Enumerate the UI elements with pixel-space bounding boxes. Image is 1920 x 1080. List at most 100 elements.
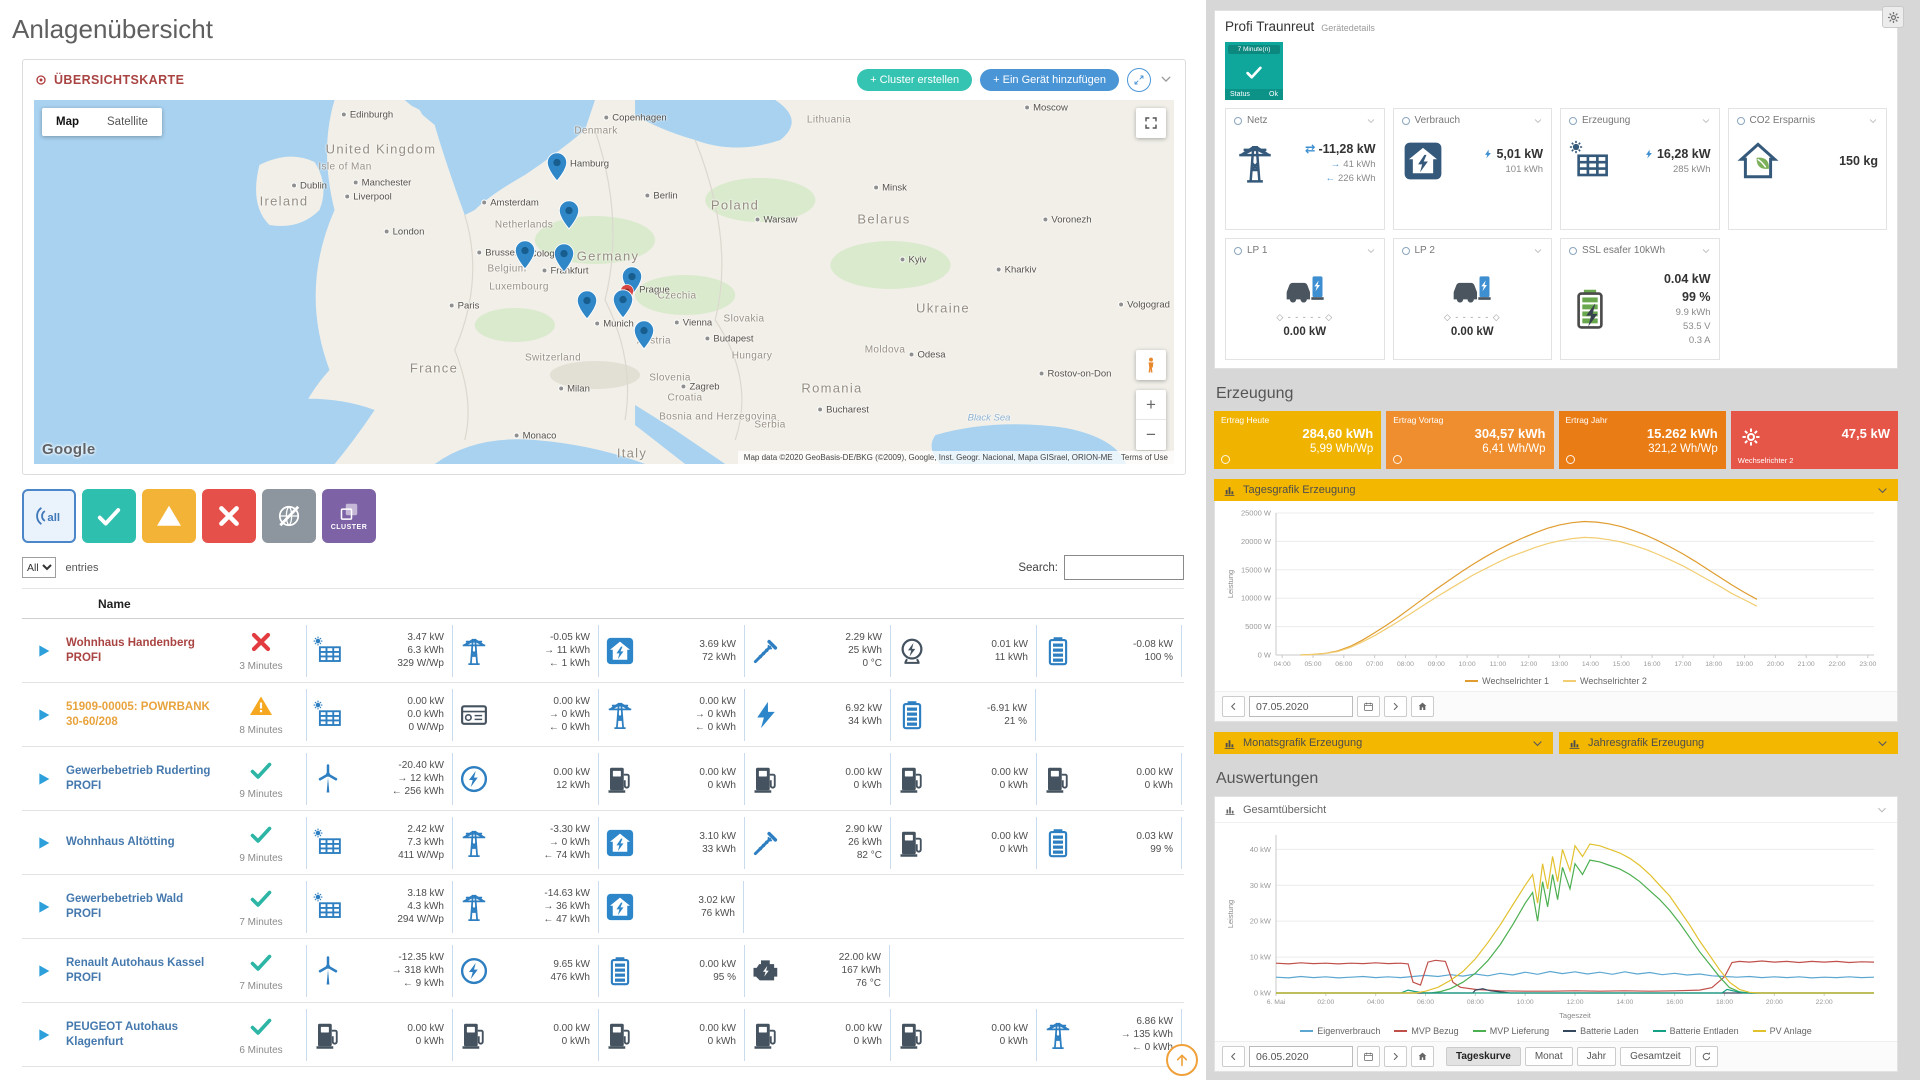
map-collapse-button[interactable] — [1159, 72, 1173, 89]
device-name[interactable]: PEUGEOT Autohaus Klagenfurt — [66, 1020, 216, 1050]
map-pin[interactable] — [634, 320, 655, 355]
chevron-down-icon[interactable] — [1366, 246, 1376, 256]
metric-card-ssl-esafer-10kwh[interactable]: SSL esafer 10kWh0.04 kW99 %9.9 kWh53.5 V… — [1560, 238, 1720, 360]
table-row[interactable]: Gewerbebetrieb Wald PROFI7 Minutes3.18 k… — [22, 875, 1184, 939]
yield-tile-ertrag-jahr[interactable]: Ertrag Jahr15.262 kWh321,2 Wh/Wp — [1559, 411, 1726, 469]
year-chart-header[interactable]: Jahresgrafik Erzeugung — [1559, 732, 1898, 754]
next-day-button[interactable] — [1384, 696, 1407, 717]
expand-map-button[interactable] — [1127, 68, 1151, 92]
table-row[interactable]: Wohnhaus Altötting9 Minutes2.42 kW7.3 kW… — [22, 811, 1184, 875]
legend-item[interactable]: Wechselrichter 1 — [1465, 676, 1549, 686]
filter-error-button[interactable] — [202, 489, 256, 543]
refresh-button[interactable] — [1695, 1046, 1718, 1067]
device-name[interactable]: Wohnhaus Altötting — [66, 835, 216, 850]
calendar-button[interactable] — [1357, 696, 1380, 717]
table-row[interactable]: Renault Autohaus Kassel PROFI7 Minutes-1… — [22, 939, 1184, 1003]
search-input[interactable] — [1064, 555, 1184, 580]
map-pin[interactable] — [559, 200, 580, 235]
open-device-button[interactable] — [22, 963, 66, 979]
legend-item[interactable]: Eigenverbrauch — [1300, 1026, 1380, 1036]
device-name[interactable]: 51909-00005: POWRBANK 30-60/208 — [66, 700, 216, 730]
device-name[interactable]: Renault Autohaus Kassel PROFI — [66, 956, 216, 986]
device-name[interactable]: Gewerbebetrieb Ruderting PROFI — [66, 764, 216, 794]
overview-home-button[interactable] — [1411, 1046, 1434, 1067]
map-label: Berlin — [644, 191, 677, 202]
open-device-button[interactable] — [22, 835, 66, 851]
map-pin[interactable] — [554, 243, 575, 278]
legend-item[interactable]: MVP Lieferung — [1473, 1026, 1549, 1036]
map-pin[interactable] — [577, 290, 598, 325]
map-pin[interactable] — [613, 289, 634, 324]
zoom-out-button[interactable]: − — [1136, 420, 1166, 450]
zoom-in-button[interactable]: + — [1136, 390, 1166, 420]
chevron-down-icon[interactable] — [1533, 246, 1543, 256]
day-production-chart[interactable]: 0 W5000 W10000 W15000 W20000 W25000 W04:… — [1215, 501, 1897, 673]
legend-item[interactable]: Batterie Laden — [1563, 1026, 1639, 1036]
create-cluster-button[interactable]: + Cluster erstellen — [857, 69, 972, 91]
google-map[interactable]: EdinburghCopenhagenDenmarkLithuaniaMosco… — [34, 100, 1174, 464]
chevron-down-icon[interactable] — [1868, 116, 1878, 126]
metric-card-erzeugung[interactable]: Erzeugung16,28 kW285 kWh — [1560, 108, 1720, 230]
current-day-button[interactable] — [1411, 696, 1434, 717]
metric-card-co2-ersparnis[interactable]: CO2 Ersparnis150 kg — [1728, 108, 1888, 230]
filter-ok-button[interactable] — [82, 489, 136, 543]
metric-card-verbrauch[interactable]: Verbrauch5,01 kW101 kWh — [1393, 108, 1553, 230]
device-name[interactable]: Gewerbebetrieb Wald PROFI — [66, 892, 216, 922]
chevron-down-icon[interactable] — [1701, 116, 1711, 126]
yield-tile-ertrag-heute[interactable]: Ertrag Heute284,60 kWh5,99 Wh/Wp — [1214, 411, 1381, 469]
chevron-down-icon[interactable] — [1366, 116, 1376, 126]
chevron-down-icon[interactable] — [1701, 246, 1711, 256]
range-gesamtzeit-button[interactable]: Gesamtzeit — [1620, 1047, 1691, 1066]
overview-date-input[interactable] — [1249, 1046, 1353, 1067]
day-date-input[interactable] — [1249, 696, 1353, 717]
legend-item[interactable]: Wechselrichter 2 — [1563, 676, 1647, 686]
legend-item[interactable]: PV Anlage — [1753, 1026, 1812, 1036]
filter-cluster-button[interactable]: CLUSTER — [322, 489, 376, 543]
add-device-button[interactable]: + Ein Gerät hinzufügen — [980, 69, 1119, 91]
device-status-tile[interactable]: 7 Minute(n) Status Ok — [1225, 42, 1283, 100]
overview-chart[interactable]: 0 kW10 kW20 kW30 kW40 kW6. Mai02:0004:00… — [1215, 823, 1897, 1023]
overview-prev-day-button[interactable] — [1222, 1046, 1245, 1067]
terms-link[interactable]: Terms of Use — [1121, 453, 1168, 462]
metric-card-lp-1[interactable]: LP 1◇ - - - - - ◇0.00 kW — [1225, 238, 1385, 360]
fullscreen-button[interactable] — [1136, 108, 1166, 138]
open-device-button[interactable] — [22, 1027, 66, 1043]
yield-tile-ertrag-vortag[interactable]: Ertrag Vortag304,57 kWh6,41 Wh/Wp — [1386, 411, 1553, 469]
open-device-button[interactable] — [22, 899, 66, 915]
prev-day-button[interactable] — [1222, 696, 1245, 717]
table-row[interactable]: Gewerbebetrieb Ruderting PROFI9 Minutes-… — [22, 747, 1184, 811]
table-row[interactable]: Wohnhaus Handenberg PROFI3 Minutes3.47 k… — [22, 619, 1184, 683]
open-device-button[interactable] — [22, 771, 66, 787]
range-tageskurve-button[interactable]: Tageskurve — [1446, 1047, 1521, 1066]
yield-tile-wechselrichter-2[interactable]: 47,5 kWWechselrichter 2 — [1731, 411, 1898, 469]
table-row[interactable]: PEUGEOT Autohaus Klagenfurt6 Minutes0.00… — [22, 1003, 1184, 1067]
device-name[interactable]: Wohnhaus Handenberg PROFI — [66, 636, 216, 666]
legend-item[interactable]: MVP Bezug — [1394, 1026, 1458, 1036]
table-row[interactable]: 51909-00005: POWRBANK 30-60/2088 Minutes… — [22, 683, 1184, 747]
month-chart-header[interactable]: Monatsgrafik Erzeugung — [1214, 732, 1553, 754]
overview-chart-header[interactable]: Gesamtübersicht — [1215, 797, 1897, 823]
filter-all-button[interactable]: all — [22, 489, 76, 543]
metric-card-netz[interactable]: Netz⇄-11,28 kW→41 kWh←226 kWh — [1225, 108, 1385, 230]
range-jahr-button[interactable]: Jahr — [1577, 1047, 1616, 1066]
map-pin[interactable] — [547, 152, 568, 187]
settings-button[interactable] — [1882, 6, 1904, 28]
chevron-down-icon[interactable] — [1533, 116, 1543, 126]
open-device-button[interactable] — [22, 707, 66, 723]
map-type-satellite-button[interactable]: Satellite — [93, 108, 162, 136]
overview-next-day-button[interactable] — [1384, 1046, 1407, 1067]
day-chart-header[interactable]: Tagesgrafik Erzeugung — [1214, 479, 1898, 501]
open-device-button[interactable] — [22, 643, 66, 659]
map-type-map-button[interactable]: Map — [42, 108, 93, 136]
name-column-header[interactable]: Name — [98, 597, 131, 611]
metric-card-lp-2[interactable]: LP 2◇ - - - - - ◇0.00 kW — [1393, 238, 1553, 360]
scroll-top-button[interactable] — [1166, 1044, 1198, 1076]
pegman-button[interactable] — [1136, 350, 1166, 380]
legend-item[interactable]: Batterie Entladen — [1653, 1026, 1739, 1036]
page-size-select[interactable]: All — [22, 557, 56, 578]
filter-warning-button[interactable] — [142, 489, 196, 543]
map-pin[interactable] — [515, 240, 536, 275]
filter-offline-button[interactable] — [262, 489, 316, 543]
range-monat-button[interactable]: Monat — [1525, 1047, 1573, 1066]
overview-calendar-button[interactable] — [1357, 1046, 1380, 1067]
